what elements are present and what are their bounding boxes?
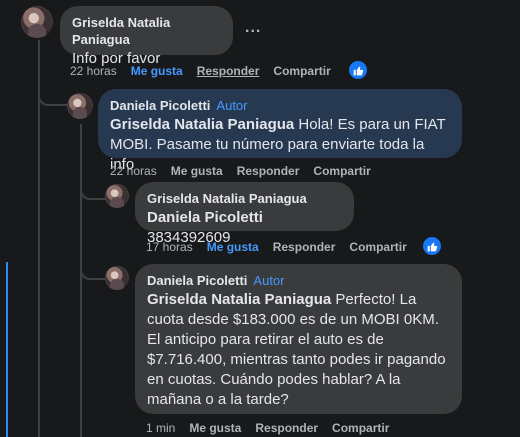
author-badge: Autor — [216, 98, 248, 113]
reply-message: Perfecto! La cuota desde $183.000 es de … — [147, 291, 446, 408]
thumbs-up-icon[interactable] — [349, 61, 367, 79]
comment-timestamp[interactable]: 22 horas — [70, 64, 117, 78]
new-activity-indicator — [6, 262, 8, 437]
like-button[interactable]: Me gusta — [189, 421, 241, 435]
mention-link[interactable]: Griselda Natalia Paniagua — [147, 291, 331, 308]
share-button[interactable]: Compartir — [332, 421, 389, 435]
reply-actions: 17 horas Me gusta Responder Compartir — [146, 240, 421, 254]
mention-link[interactable]: Daniela Picoletti — [147, 209, 263, 226]
share-button[interactable]: Compartir — [313, 164, 370, 178]
reply-bubble: Daniela Picoletti Autor Griselda Natalia … — [98, 89, 462, 173]
reply-bubble: Griselda Natalia Paniagua Daniela Picole… — [135, 182, 354, 246]
reply-author: Daniela Picoletti Autor — [110, 97, 450, 114]
reply-button[interactable]: Responder — [255, 421, 318, 435]
reply-author-name[interactable]: Daniela Picoletti — [110, 98, 210, 113]
reply-actions: 1 min Me gusta Responder Compartir — [146, 421, 403, 435]
avatar[interactable] — [67, 93, 93, 119]
comment-bubble: Griselda Natalia Paniagua Info por favor — [60, 6, 233, 67]
reply-bubble: Daniela Picoletti Autor Griselda Natalia … — [135, 264, 462, 414]
like-button[interactable]: Me gusta — [207, 240, 259, 254]
thread-elbow-reply2 — [80, 176, 106, 200]
like-button[interactable]: Me gusta — [171, 164, 223, 178]
avatar[interactable] — [105, 184, 129, 208]
reply-timestamp[interactable]: 17 horas — [146, 240, 193, 254]
reply-button[interactable]: Responder — [273, 240, 336, 254]
more-options-icon[interactable]: ... — [245, 19, 261, 37]
reply-button[interactable]: Responder — [197, 64, 260, 78]
avatar[interactable] — [105, 266, 129, 290]
mention-link[interactable]: Griselda Natalia Paniagua — [110, 116, 294, 133]
reply-button[interactable]: Responder — [237, 164, 300, 178]
reply-timestamp[interactable]: 22 horas — [110, 164, 157, 178]
comment-actions: 22 horas Me gusta Responder Compartir — [70, 64, 345, 78]
reply-author-name[interactable]: Daniela Picoletti — [147, 273, 247, 288]
share-button[interactable]: Compartir — [349, 240, 406, 254]
comment-author[interactable]: Griselda Natalia Paniagua — [72, 14, 221, 48]
avatar[interactable] — [21, 6, 53, 38]
reply-timestamp[interactable]: 1 min — [146, 421, 175, 435]
author-badge: Autor — [253, 273, 285, 288]
reply-actions: 22 horas Me gusta Responder Compartir — [110, 164, 385, 178]
share-button[interactable]: Compartir — [273, 64, 330, 78]
like-button[interactable]: Me gusta — [131, 64, 183, 78]
thread-line-nested — [80, 124, 82, 437]
reply-author: Daniela Picoletti Autor — [147, 272, 450, 289]
thread-elbow-reply3 — [80, 258, 106, 280]
thumbs-up-icon[interactable] — [423, 237, 441, 255]
reply-author[interactable]: Griselda Natalia Paniagua — [147, 190, 342, 207]
reply-text: Griselda Natalia Paniagua Perfecto! La c… — [147, 290, 450, 410]
thread-elbow-reply1 — [38, 80, 68, 106]
